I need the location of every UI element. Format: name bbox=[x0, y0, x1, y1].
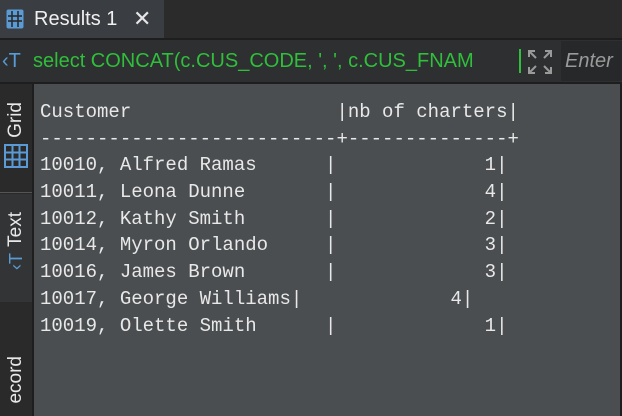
tab-bar: Results 1 ✕ bbox=[0, 0, 622, 38]
sidebar-item-label: Grid bbox=[5, 102, 26, 138]
table-row: 10014, Myron Orlando | 3| bbox=[40, 234, 508, 257]
text-cursor-icon: ‹T bbox=[2, 50, 21, 72]
sidebar: Grid Text ‹T ecord bbox=[0, 84, 32, 416]
text-icon: ‹T bbox=[5, 252, 26, 270]
query-divider bbox=[519, 49, 521, 73]
results-text: Customer |nb of charters| ---------------… bbox=[40, 99, 519, 339]
table-row: 10012, Kathy Smith | 2| bbox=[40, 207, 508, 230]
query-text[interactable]: select CONCAT(c.CUS_CODE, ', ', c.CUS_FN… bbox=[33, 50, 515, 72]
tab-results[interactable]: Results 1 ✕ bbox=[0, 0, 164, 38]
sidebar-item-grid[interactable]: Grid bbox=[0, 84, 32, 192]
results-header: Customer |nb of charters| bbox=[40, 101, 519, 123]
sidebar-item-label: Text bbox=[5, 212, 26, 247]
results-separator: --------------------------+-------------… bbox=[40, 127, 519, 150]
sidebar-item-record[interactable]: ecord bbox=[0, 346, 32, 416]
sidebar-item-label: ecord bbox=[5, 356, 26, 404]
results-panel[interactable]: Customer |nb of charters| ---------------… bbox=[34, 84, 620, 416]
close-icon[interactable]: ✕ bbox=[133, 7, 151, 31]
sidebar-divider bbox=[0, 192, 32, 193]
table-row: 10016, James Brown | 3| bbox=[40, 261, 508, 284]
expand-icon[interactable] bbox=[527, 49, 553, 75]
tab-title: Results 1 bbox=[34, 8, 118, 30]
enter-label: Enter bbox=[565, 50, 613, 72]
table-row: 10019, Olette Smith | 1| bbox=[40, 314, 508, 337]
query-bar: ‹T select CONCAT(c.CUS_CODE, ', ', c.CUS… bbox=[0, 40, 622, 82]
enter-button[interactable]: Enter bbox=[561, 41, 622, 81]
sidebar-item-text[interactable]: Text ‹T bbox=[0, 194, 32, 302]
table-icon bbox=[6, 9, 24, 29]
table-row: 10011, Leona Dunne | 4| bbox=[40, 181, 508, 204]
table-row: 10017, George Williams| 4| bbox=[40, 287, 474, 310]
table-row: 10010, Alfred Ramas | 1| bbox=[40, 154, 508, 177]
grid-icon bbox=[4, 143, 28, 168]
